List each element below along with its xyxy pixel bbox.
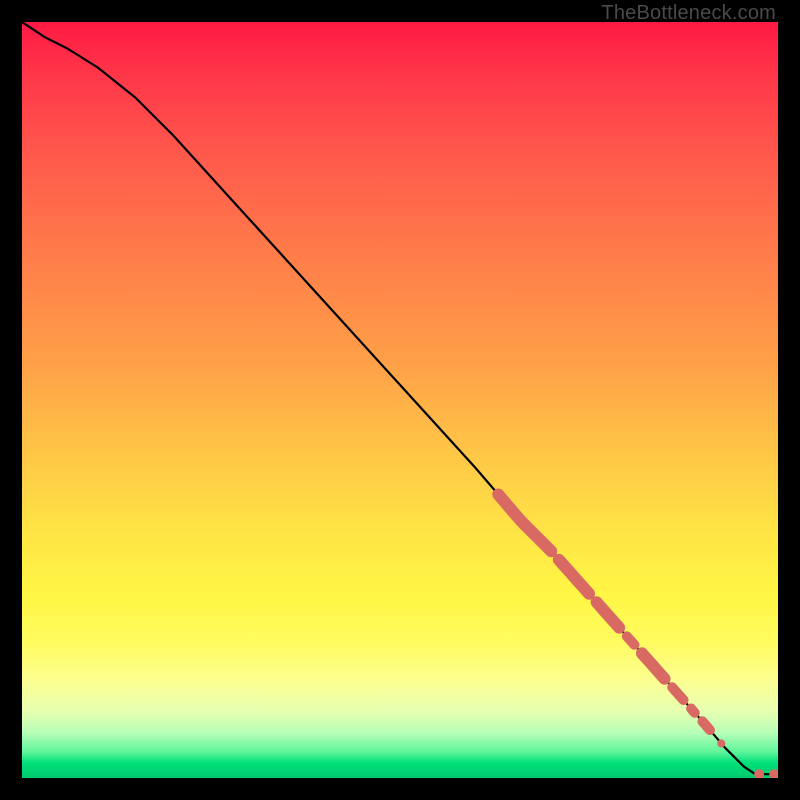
data-marker-cluster: [642, 653, 665, 679]
chart-svg: [22, 22, 778, 778]
data-marker-cluster: [559, 560, 589, 594]
data-marker-cluster: [691, 709, 695, 713]
data-marker-cluster: [672, 687, 683, 700]
data-marker: [754, 769, 764, 778]
data-marker-cluster: [627, 636, 635, 645]
bottleneck-curve: [22, 22, 778, 774]
bottleneck-curve-line: [22, 22, 778, 774]
marker-cluster-group: [498, 495, 778, 779]
chart-frame: [22, 22, 778, 778]
data-marker: [769, 769, 778, 778]
data-marker-cluster: [702, 721, 710, 730]
data-marker-cluster: [498, 495, 551, 552]
data-marker: [717, 739, 725, 747]
data-marker-cluster: [597, 602, 620, 628]
